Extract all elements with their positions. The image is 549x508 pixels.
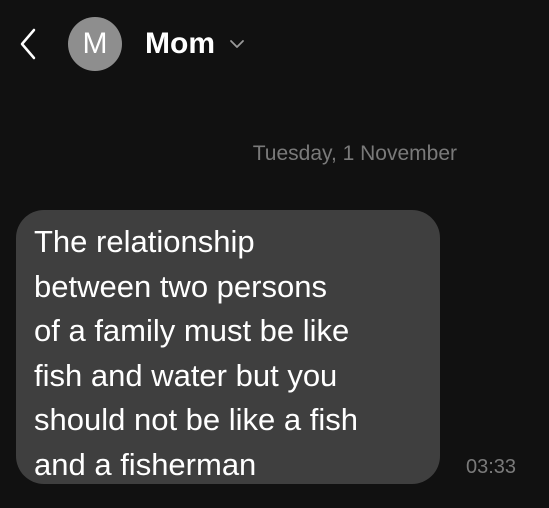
avatar[interactable]: M xyxy=(68,17,122,71)
contact-name-button[interactable]: Mom xyxy=(145,24,245,64)
back-button[interactable] xyxy=(12,24,44,64)
message-text: The relationship between two persons of … xyxy=(34,224,358,482)
avatar-initial: M xyxy=(82,27,108,60)
date-divider: Tuesday, 1 November xyxy=(252,142,457,165)
chevron-left-icon xyxy=(20,28,36,60)
contact-name: Mom xyxy=(145,27,215,60)
chevron-down-icon xyxy=(230,40,244,48)
conversation-header: M Mom xyxy=(0,0,549,90)
message-timestamp: 03:33 xyxy=(466,456,517,478)
message-bubble[interactable]: The relationship between two persons of … xyxy=(16,210,440,484)
